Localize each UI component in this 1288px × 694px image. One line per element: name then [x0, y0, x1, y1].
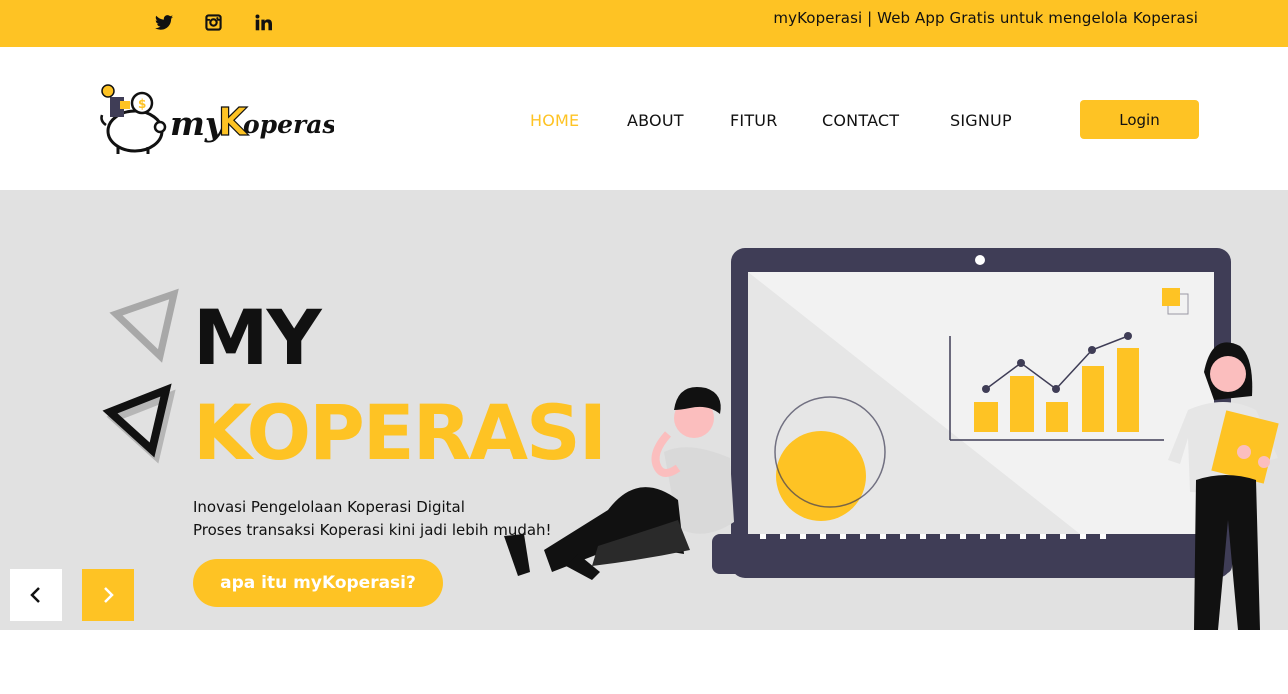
chevron-right-icon: [104, 587, 114, 603]
nav-signup[interactable]: SIGNUP: [950, 111, 1012, 130]
nav-home[interactable]: HOME: [530, 111, 579, 130]
nav-fitur[interactable]: FITUR: [730, 111, 778, 130]
instagram-icon[interactable]: [203, 12, 223, 32]
svg-text:operasi: operasi: [243, 110, 334, 139]
linkedin-icon[interactable]: [253, 12, 273, 32]
mykoperasi-logo[interactable]: $ my K operasi: [98, 81, 346, 157]
twitter-icon[interactable]: [154, 12, 174, 32]
carousel-next-button[interactable]: [82, 569, 134, 621]
hero-subtitle-line2: Proses transaksi Koperasi kini jadi lebi…: [193, 521, 552, 539]
hero-title-line2: KOPERASI: [193, 388, 607, 477]
hero-subtitle-line1: Inovasi Pengelolaan Koperasi Digital: [193, 498, 465, 516]
login-button[interactable]: Login: [1080, 100, 1199, 139]
hero-subtitle: Inovasi Pengelolaan Koperasi Digital Pro…: [193, 496, 552, 542]
carousel-prev-button[interactable]: [10, 569, 62, 621]
hero-title-line1: MY: [193, 293, 322, 382]
chevron-left-icon: [30, 587, 40, 603]
svg-text:$: $: [138, 97, 146, 111]
nav-about[interactable]: ABOUT: [627, 111, 684, 130]
nav-contact[interactable]: CONTACT: [822, 111, 899, 130]
site-header: $ my K operasi HOME ABOUT FITUR CONTACT …: [0, 47, 1288, 190]
cta-what-is-mykoperasi-button[interactable]: apa itu myKoperasi?: [193, 559, 443, 607]
top-bar: myKoperasi | Web App Gratis untuk mengel…: [0, 0, 1288, 47]
hero-carousel: MY KOPERASI Inovasi Pengelolaan Koperasi…: [0, 190, 1288, 630]
triangle-outline-gray: [109, 288, 179, 363]
laptop-base: [712, 534, 1232, 574]
top-bar-tagline: myKoperasi | Web App Gratis untuk mengel…: [773, 9, 1198, 27]
